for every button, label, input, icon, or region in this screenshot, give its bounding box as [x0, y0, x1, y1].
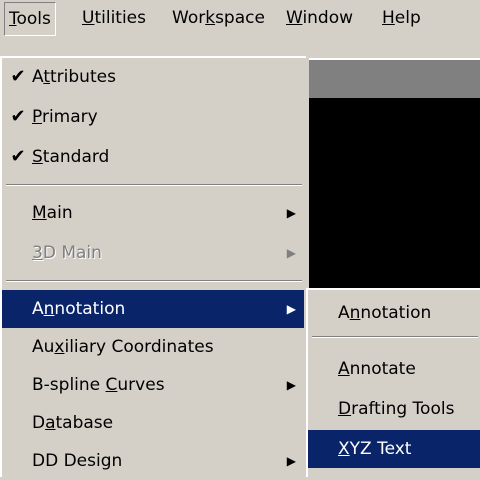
menu-workspace[interactable]: Workspace	[168, 0, 269, 36]
submenu-item-label: XYZ Text	[338, 439, 412, 459]
check-icon: ✔	[10, 106, 26, 127]
menu-utilities-text: tilities	[94, 8, 146, 28]
menu-item-label: Database	[32, 413, 114, 433]
submenu-arrow-icon: ▶	[286, 302, 296, 316]
check-icon: ✔	[10, 146, 26, 167]
menu-item-label: Auxiliary Coordinates	[32, 337, 214, 357]
menu-item-database[interactable]: Database	[2, 404, 304, 442]
menu-separator	[6, 280, 302, 282]
submenu-arrow-icon: ▶	[286, 454, 296, 468]
menu-separator	[6, 184, 302, 186]
menu-utilities[interactable]: Utilities	[78, 0, 150, 36]
menu-item-label: DD Design	[32, 451, 123, 471]
menu-window[interactable]: Window	[282, 0, 357, 36]
menu-item-main[interactable]: Main ▶	[2, 194, 304, 232]
submenu-item-label: Annotation	[338, 303, 432, 323]
menu-item-label: Attributes	[32, 67, 116, 87]
menu-utilities-mnemonic: U	[82, 8, 95, 28]
menu-item-label: Annotation	[32, 299, 126, 319]
menu-help-text: elp	[394, 8, 421, 28]
annotation-submenu: Annotation Annotate Drafting Tools XYZ T…	[306, 288, 480, 477]
menu-item-attributes[interactable]: ✔ Attributes	[2, 58, 304, 96]
submenu-separator	[312, 336, 478, 338]
menu-item-annotation[interactable]: Annotation ▶	[2, 290, 304, 328]
menu-tools-mnemonic: T	[9, 9, 17, 29]
menu-item-primary[interactable]: ✔ Primary	[2, 98, 304, 136]
submenu-arrow-icon: ▶	[286, 378, 296, 392]
menu-tools-text: ools	[16, 9, 51, 29]
menu-workspace-mnemonic: k	[205, 8, 216, 28]
menu-item-label: B-spline Curves	[32, 375, 165, 395]
submenu-item-annotation[interactable]: Annotation	[308, 294, 480, 332]
menu-bar: Tools Utilities Workspace Window Help	[0, 0, 480, 38]
menu-window-text: indow	[302, 8, 354, 28]
submenu-arrow-icon: ▶	[286, 206, 296, 220]
menu-item-standard[interactable]: ✔ Standard	[2, 138, 304, 176]
submenu-item-label: Annotate	[338, 359, 416, 379]
menu-item-3d-main[interactable]: 3D Main ▶	[2, 234, 304, 272]
menu-item-label: Standard	[32, 147, 110, 167]
menu-item-label: Main	[32, 203, 73, 223]
menu-workspace-text-pre: Wor	[172, 8, 206, 28]
menu-item-bspline-curves[interactable]: B-spline Curves ▶	[2, 366, 304, 404]
submenu-item-label: Drafting Tools	[338, 399, 455, 419]
window-titlebar	[309, 58, 480, 98]
submenu-item-annotate[interactable]: Annotate	[308, 350, 480, 388]
menu-tools[interactable]: Tools	[4, 2, 56, 36]
menu-item-label: 3D Main	[32, 243, 102, 263]
menu-window-mnemonic: W	[286, 8, 303, 28]
check-icon: ✔	[10, 66, 26, 87]
submenu-arrow-icon: ▶	[286, 246, 296, 260]
menu-item-dd-design[interactable]: DD Design ▶	[2, 442, 304, 480]
menu-item-label: Primary	[32, 107, 98, 127]
submenu-item-drafting-tools[interactable]: Drafting Tools	[308, 390, 480, 428]
menu-workspace-text: space	[215, 8, 265, 28]
menu-help[interactable]: Help	[378, 0, 425, 36]
tools-menu: ✔ Attributes ✔ Primary ✔ Standard Main ▶…	[0, 56, 306, 477]
menu-help-mnemonic: H	[382, 8, 395, 28]
menu-item-auxiliary-coordinates[interactable]: Auxiliary Coordinates	[2, 328, 304, 366]
submenu-item-xyz-text[interactable]: XYZ Text	[308, 430, 480, 468]
